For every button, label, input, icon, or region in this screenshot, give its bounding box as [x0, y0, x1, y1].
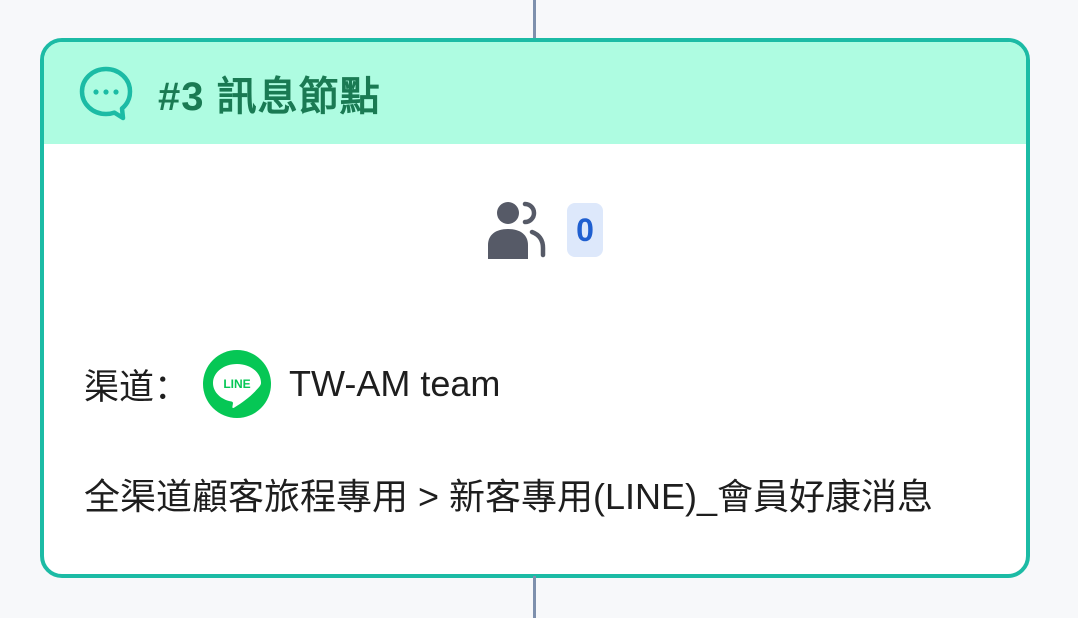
connector-line-top	[533, 0, 536, 40]
users-group-icon	[487, 199, 547, 261]
node-header: #3 訊息節點	[44, 42, 1026, 144]
message-bubble-icon	[76, 63, 136, 123]
connector-line-bottom	[533, 576, 536, 618]
message-node-card[interactable]: #3 訊息節點 0 渠道： LINE TW-AM team 全渠道顧客旅程專用 …	[40, 38, 1030, 578]
channel-row: 渠道： LINE TW-AM team	[84, 350, 500, 418]
line-logo-icon: LINE	[203, 350, 272, 418]
line-logo-text: LINE	[223, 377, 250, 391]
channel-name: TW-AM team	[289, 363, 501, 404]
node-title: #3 訊息節點	[158, 75, 381, 119]
audience-count-row: 0	[44, 199, 1026, 261]
audience-count-badge: 0	[567, 203, 603, 257]
journey-path-text: 全渠道顧客旅程專用 > 新客專用(LINE)_會員好康消息	[84, 476, 934, 517]
channel-label: 渠道：	[84, 367, 190, 407]
